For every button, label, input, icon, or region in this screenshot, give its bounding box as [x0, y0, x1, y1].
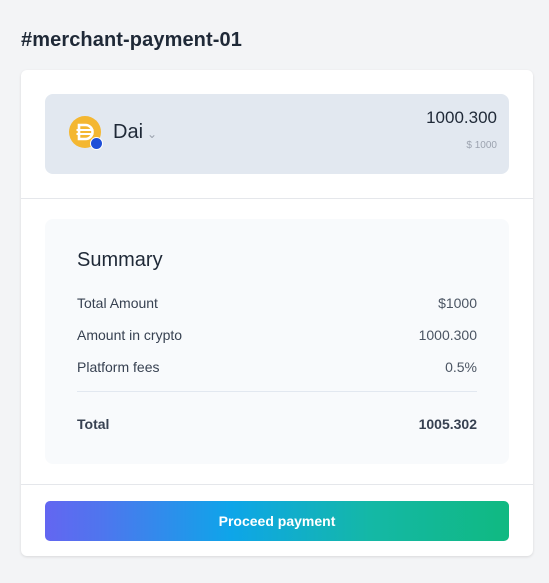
summary-row-total-amount: Total Amount $1000 — [77, 295, 477, 311]
summary-row-platform-fees: Platform fees 0.5% — [77, 359, 477, 375]
summary-row-total: Total 1005.302 — [77, 416, 477, 432]
section-divider — [21, 198, 533, 199]
fiat-amount: $ 1000 — [466, 140, 497, 151]
summary-divider — [77, 391, 477, 392]
row-label: Amount in crypto — [77, 327, 183, 343]
proceed-payment-button[interactable]: Proceed payment — [45, 501, 509, 541]
row-value: 0.5% — [445, 359, 477, 375]
crypto-amount: 1000.300 — [426, 108, 497, 127]
section-divider — [21, 484, 533, 485]
total-label: Total — [77, 416, 110, 432]
token-panel: Dai ⌄ 1000.300 $ 1000 — [45, 94, 509, 174]
row-label: Total Amount — [77, 295, 158, 311]
page-title: #merchant-payment-01 — [21, 29, 242, 51]
token-selector[interactable]: Dai ⌄ — [113, 121, 157, 144]
total-value: 1005.302 — [418, 416, 477, 432]
summary-panel: Summary Total Amount $1000 Amount in cry… — [45, 219, 509, 464]
network-badge-icon — [90, 137, 103, 150]
row-value: $1000 — [438, 295, 477, 311]
token-name: Dai — [113, 121, 144, 143]
row-label: Platform fees — [77, 359, 160, 375]
row-value: 1000.300 — [418, 327, 477, 343]
payment-card: Dai ⌄ 1000.300 $ 1000 Summary Total Amou… — [21, 70, 533, 556]
summary-title: Summary — [77, 249, 163, 271]
summary-row-amount-crypto: Amount in crypto 1000.300 — [77, 327, 477, 343]
chevron-down-icon: ⌄ — [147, 127, 158, 141]
